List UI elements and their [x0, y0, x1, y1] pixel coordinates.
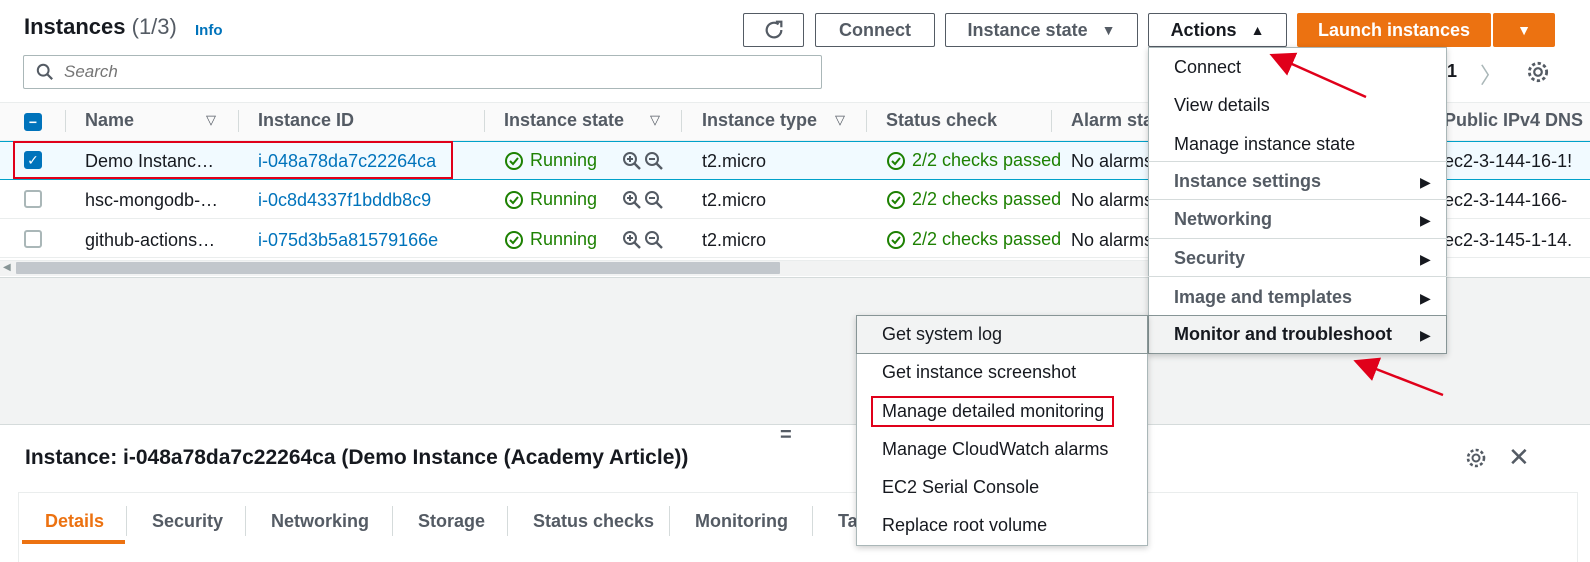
state-label: Running [530, 150, 598, 170]
status-label: 2/2 checks passed [912, 189, 1062, 209]
annotation-box-selected-row [13, 141, 453, 179]
status-check: 2/2 checks passed [886, 150, 1061, 171]
state-label: Running [530, 229, 598, 249]
submenu-ec2-serial-console[interactable]: EC2 Serial Console [882, 477, 1039, 498]
connect-label: Connect [839, 19, 911, 40]
tab-tags[interactable]: Ta [838, 511, 858, 532]
column-instance-state[interactable]: Instance state [504, 110, 624, 131]
caret-up-icon: ▲ [1250, 22, 1265, 38]
submenu-get-instance-screenshot[interactable]: Get instance screenshot [882, 362, 1076, 383]
submenu-replace-root-volume[interactable]: Replace root volume [882, 515, 1047, 536]
column-instance-id[interactable]: Instance ID [258, 110, 354, 131]
annotation-arrows [1269, 52, 1444, 397]
gear-icon[interactable] [1464, 446, 1488, 470]
gear-icon[interactable] [1525, 59, 1551, 85]
alarm-status: No alarms [1071, 151, 1154, 171]
submenu-manage-cloudwatch-alarms[interactable]: Manage CloudWatch alarms [882, 439, 1108, 460]
zoom-out-icon[interactable] [644, 190, 664, 210]
zoom-out-icon[interactable] [644, 230, 664, 250]
search-box[interactable] [23, 55, 822, 89]
active-tab-indicator [22, 540, 125, 544]
check-circle-icon [887, 230, 905, 249]
instance-state: Running [504, 150, 597, 171]
instance-name: hsc-mongodb-… [85, 190, 219, 210]
column-status-check[interactable]: Status check [886, 110, 997, 131]
sort-icon[interactable]: ▽ [650, 112, 660, 128]
state-label: Running [530, 189, 598, 209]
column-instance-type[interactable]: Instance type [702, 110, 817, 131]
public-dns: ec2-3-144-166- [1444, 190, 1568, 210]
search-input[interactable] [64, 62, 764, 82]
tab-storage[interactable]: Storage [418, 511, 485, 532]
resize-handle-icon[interactable]: = [780, 424, 792, 447]
refresh-button[interactable] [743, 13, 804, 47]
instance-state-label: Instance state [967, 19, 1088, 40]
alarm-status: No alarms [1071, 190, 1154, 210]
select-all-checkbox[interactable]: − [24, 113, 42, 131]
check-circle-icon [505, 230, 523, 249]
column-public-dns[interactable]: Public IPv4 DNS [1444, 110, 1583, 131]
instance-type: t2.micro [702, 151, 767, 171]
instance-type: t2.micro [702, 190, 767, 210]
check-circle-icon [887, 151, 905, 170]
status-check: 2/2 checks passed [886, 229, 1061, 250]
annotation-arrow-monitor [1353, 357, 1444, 397]
menu-item-connect[interactable]: Connect [1174, 57, 1241, 78]
status-label: 2/2 checks passed [912, 150, 1062, 170]
caret-down-icon: ▼ [1101, 22, 1116, 38]
launch-label: Launch instances [1317, 19, 1471, 40]
submenu-get-system-log[interactable]: Get system log [882, 324, 1002, 345]
scrollbar-thumb[interactable] [16, 262, 780, 274]
zoom-out-icon[interactable] [644, 151, 664, 171]
check-circle-icon [887, 190, 905, 209]
sort-icon[interactable]: ▽ [835, 112, 845, 128]
page-title: Instances (1/3) [24, 14, 177, 39]
zoom-controls [622, 151, 664, 171]
row-checkbox[interactable] [24, 190, 42, 208]
tab-networking[interactable]: Networking [271, 511, 369, 532]
instance-id-link[interactable]: i-075d3b5a81579166e [258, 230, 438, 251]
actions-label: Actions [1170, 19, 1237, 40]
tab-security[interactable]: Security [152, 511, 223, 532]
instance-state-button[interactable]: Instance state ▼ [945, 13, 1138, 47]
public-dns: ec2-3-145-1-14. [1444, 230, 1573, 250]
details-title: Instance: i-048a78da7c22264ca (Demo Inst… [25, 446, 689, 469]
check-circle-icon [505, 190, 523, 209]
tab-monitoring[interactable]: Monitoring [695, 511, 788, 532]
tab-status-checks[interactable]: Status checks [533, 511, 654, 532]
annotation-arrow-actions [1269, 52, 1367, 99]
refresh-icon [765, 20, 782, 39]
close-icon[interactable]: ✕ [1508, 442, 1530, 473]
instance-state: Running [504, 189, 597, 210]
search-icon [36, 63, 53, 80]
check-circle-icon [505, 151, 523, 170]
tabs-container [18, 492, 1578, 562]
menu-group-security[interactable]: Security [1174, 248, 1245, 269]
column-name[interactable]: Name [85, 110, 134, 131]
launch-options-button[interactable]: ▼ [1493, 13, 1555, 47]
info-link[interactable]: Info [195, 22, 223, 39]
instance-state: Running [504, 229, 597, 250]
caret-down-icon: ▼ [1517, 22, 1531, 38]
scroll-left-icon[interactable]: ◀ [3, 262, 11, 273]
tab-details[interactable]: Details [45, 511, 104, 532]
sort-icon[interactable]: ▽ [206, 112, 216, 128]
zoom-controls [622, 190, 664, 210]
public-dns: ec2-3-144-16-1! [1444, 151, 1573, 171]
alarm-status: No alarms [1071, 230, 1154, 250]
annotation-box-detailed-monitoring [871, 396, 1114, 427]
zoom-in-icon[interactable] [622, 190, 642, 210]
zoom-controls [622, 230, 664, 250]
row-checkbox[interactable] [24, 230, 42, 248]
status-check: 2/2 checks passed [886, 189, 1061, 210]
instance-name: github-actions… [85, 230, 216, 250]
connect-button[interactable]: Connect [815, 13, 935, 47]
chevron-right-icon[interactable]: 〉 [1480, 58, 1502, 90]
zoom-in-icon[interactable] [622, 230, 642, 250]
zoom-in-icon[interactable] [622, 151, 642, 171]
status-label: 2/2 checks passed [912, 229, 1062, 249]
instance-id-link[interactable]: i-0c8d4337f1bddb8c9 [258, 190, 431, 211]
column-alarm-status[interactable]: Alarm sta [1071, 110, 1153, 131]
instance-type: t2.micro [702, 230, 767, 250]
